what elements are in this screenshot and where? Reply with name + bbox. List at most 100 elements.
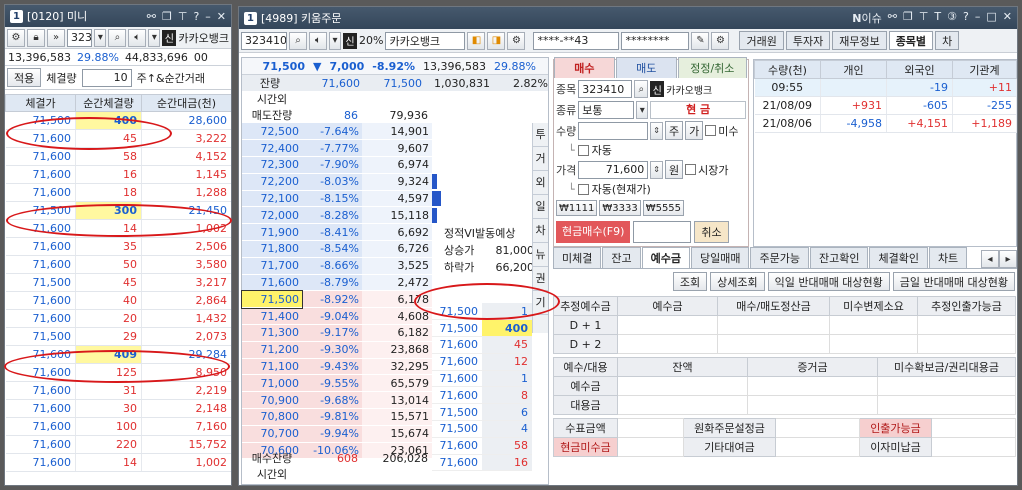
qty-max-button[interactable]: 가 [685,121,704,140]
account-tab[interactable]: 예수금 [641,247,690,268]
quick-5555-button[interactable]: ₩5555 [642,200,685,216]
order-titlebar[interactable]: 1 [4989] 키움주문 N이슈 ⚯ ❐ ⊤ T ③ ? – □ ✕ [239,7,1017,29]
chevron-right-icon[interactable]: ▸ [999,250,1017,268]
side-tab[interactable]: 투 [533,123,548,147]
ask-row[interactable]: 72,500 -7.64% 14,901 [242,123,432,141]
close-icon[interactable]: ✕ [1003,10,1012,26]
account-tab[interactable]: 미체결 [553,247,602,268]
apply-button[interactable]: 적용 [7,68,42,87]
link-icon[interactable]: ⚯ [147,10,156,23]
account-tab[interactable]: 당일매매 [691,247,750,268]
search-icon[interactable]: ⌕ [634,80,649,98]
minimize-icon[interactable]: – [975,10,981,26]
chevron-down-icon[interactable]: ▾ [148,28,161,47]
next-day-reverse-button[interactable]: 익일 반대매매 대상현황 [767,272,890,291]
code-input[interactable]: 323410 [241,31,287,50]
chevron-down-icon[interactable]: ▾ [636,101,649,119]
tab-finance[interactable]: 재무정보 [832,31,887,50]
layout-icon[interactable]: ③ [947,10,957,26]
bid-price[interactable]: 70,900 [242,391,302,410]
tab-sell[interactable]: 매도 [615,57,677,78]
auto2-checkbox[interactable] [577,183,589,195]
news-icon[interactable]: N이슈 [852,10,881,26]
bid-row[interactable]: 71,000 -9.55% 65,579 [242,374,432,393]
bid-row[interactable]: 71,200 -9.30% 23,868 [242,341,432,359]
quick-3333-button[interactable]: ₩3333 [599,200,641,216]
bid-row[interactable]: 71,300 -9.17% 6,182 [242,324,432,342]
account-tab[interactable]: 잔고 [602,247,641,268]
order-code-input[interactable]: 323410 [578,80,633,98]
ask-price[interactable]: 72,500 [242,123,302,141]
settings-icon[interactable]: ⚙ [7,28,25,47]
pin-icon[interactable]: ⊤ [919,10,929,26]
today-reverse-button[interactable]: 금일 반대매매 대상현황 [892,272,1015,291]
ask-row[interactable]: 72,400 -7.77% 9,607 [242,139,432,158]
qty-unit-button[interactable]: 주 [664,121,684,140]
detail-query-button[interactable]: 상세조회 [710,272,765,291]
side-tab[interactable]: 외 [533,171,548,195]
bid-row[interactable]: 70,700 -9.94% 15,674 [242,425,432,443]
cancel-button[interactable]: 취소 [694,221,729,243]
ask-row[interactable]: 72,000 -8.28% 15,118 [242,206,432,225]
bid-price[interactable]: 71,300 [242,324,302,342]
side-tab[interactable]: 기 [533,291,548,315]
tab-chart-short[interactable]: 차 [935,31,960,50]
price-stepper[interactable]: ⇕ [650,160,663,179]
pin-icon[interactable]: ⊤ [178,10,188,23]
tab-buy[interactable]: 매수 [554,57,615,78]
search-icon[interactable]: ⌕ [289,31,307,50]
account-tab[interactable]: 잔고확인 [809,247,869,268]
ask-price[interactable]: 72,400 [242,139,302,158]
sound-icon[interactable]: 🔈︎ [309,31,327,50]
qty-input[interactable] [578,121,649,140]
quick-1111-button[interactable]: ₩1111 [556,200,598,216]
bid-price[interactable]: 70,700 [242,425,302,443]
side-tab[interactable]: 권 [533,267,548,291]
miss-checkbox[interactable] [705,125,717,136]
restore-icon[interactable]: ❐ [162,10,172,23]
price-unit-button[interactable]: 원 [664,160,684,179]
sound-icon[interactable]: 🔈︎ [128,28,147,47]
expand-icon[interactable]: » [47,28,65,47]
help-icon[interactable]: ? [193,10,199,23]
cash-buy-button[interactable]: 현금매수(F9) [556,221,631,243]
edit-icon[interactable]: ✎ [691,31,710,50]
help-icon[interactable]: ? [963,10,969,26]
ask-row[interactable]: 71,900 -8.41% 6,692 [242,223,432,242]
chevron-down-icon[interactable]: ▾ [94,28,107,47]
ask-row[interactable]: 71,600 -8.79% 2,472 [242,274,432,292]
orange-flag-icon[interactable]: ◧ [467,31,486,50]
bid-price[interactable]: 71,100 [242,358,302,376]
ask-price[interactable]: 71,800 [242,240,302,258]
cash-select[interactable]: 현 금 [650,101,746,119]
maximize-icon[interactable]: □ [986,10,996,26]
ask-price[interactable]: 72,300 [242,156,302,174]
ask-row[interactable]: 71,800 -8.54% 6,726 [242,240,432,258]
ask-price[interactable]: 72,000 [242,206,302,225]
ask-row[interactable]: 72,100 -8.15% 4,597 [242,190,432,208]
settings-icon[interactable]: ⚙ [711,31,730,50]
code-input[interactable]: 323410 [67,28,93,47]
ask-price[interactable]: 71,600 [242,274,302,292]
qty-stepper[interactable]: ⇕ [650,121,663,140]
account-tab[interactable]: 주문가능 [750,247,809,268]
text-icon[interactable]: T [934,10,941,26]
tab-investor[interactable]: 투자자 [785,31,831,50]
account-select[interactable]: ****-**43 [533,31,620,50]
ask-price[interactable]: 72,100 [242,190,302,208]
tab-by-stock[interactable]: 종목별 [888,31,934,50]
exec-qty-input[interactable]: 10 [81,68,132,87]
bid-row[interactable]: 71,400 -9.04% 4,608 [242,307,432,326]
lock-icon[interactable]: 🔒︎ [27,28,45,47]
bid-price[interactable]: 71,500 [241,289,303,309]
tab-broker[interactable]: 거래원 [739,31,784,50]
price-input[interactable]: 71,600 [578,160,649,179]
bid-price[interactable]: 71,200 [242,341,302,359]
ask-row[interactable]: 72,200 -8.03% 9,324 [242,173,432,191]
bid-row[interactable]: 71,100 -9.43% 32,295 [242,358,432,376]
orange-box-icon[interactable]: ◨ [487,31,506,50]
tab-modify[interactable]: 정정/취소 [677,57,747,78]
bid-row[interactable]: 70,900 -9.68% 13,014 [242,391,432,410]
market-checkbox[interactable] [685,164,697,175]
close-icon[interactable]: ✕ [217,10,226,23]
